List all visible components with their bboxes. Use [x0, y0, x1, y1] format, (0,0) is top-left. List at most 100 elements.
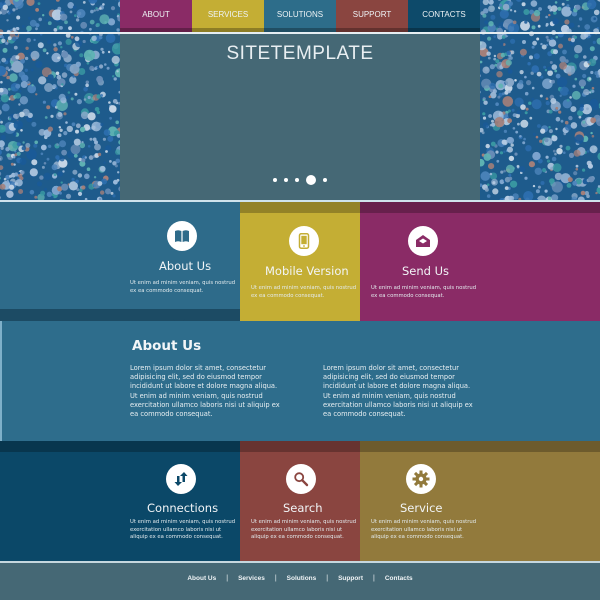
- footer-link-about-us[interactable]: About Us: [187, 575, 216, 582]
- pattern-dot: [591, 86, 595, 90]
- slider-dot-5[interactable]: [323, 178, 327, 182]
- pattern-dot: [25, 46, 29, 50]
- about-tab-bar: [0, 309, 240, 321]
- pattern-dot: [587, 60, 590, 64]
- connections-arrows-icon: [166, 464, 196, 494]
- pattern-dot: [510, 180, 518, 188]
- slider-dot-4-active[interactable]: [306, 175, 316, 185]
- pattern-dot: [521, 2, 526, 7]
- pattern-dot: [64, 20, 68, 25]
- pattern-dot: [500, 170, 504, 174]
- pattern-dot: [512, 113, 517, 117]
- pattern-dot: [590, 131, 593, 135]
- pattern-dot: [74, 14, 77, 17]
- pattern-dot: [34, 195, 38, 199]
- slider-dot-2[interactable]: [284, 178, 288, 182]
- pattern-dot: [19, 158, 27, 165]
- pattern-dot: [531, 86, 535, 90]
- pattern-dot: [58, 93, 66, 101]
- footer-link-services[interactable]: Services: [238, 575, 265, 582]
- feature-card-connections[interactable]: Connections Ut enim ad minim veniam, qui…: [0, 441, 240, 561]
- pattern-dot: [578, 79, 587, 87]
- pattern-dot: [513, 10, 517, 13]
- pattern-dot: [538, 7, 542, 11]
- pattern-dot: [0, 94, 10, 103]
- pattern-dot: [82, 39, 86, 44]
- slider-dot-3[interactable]: [295, 178, 299, 182]
- pattern-dot: [520, 119, 529, 128]
- pattern-dot: [102, 137, 106, 141]
- pattern-dot: [7, 87, 11, 91]
- pattern-dot: [482, 112, 486, 116]
- pattern-dot: [9, 184, 15, 190]
- feature-card-send[interactable]: Send Us Ut enim ad minim veniam, quis no…: [360, 202, 600, 322]
- pattern-dot: [79, 53, 84, 58]
- pattern-dot: [5, 147, 10, 152]
- feature-title: Service: [400, 501, 443, 515]
- pattern-dot: [5, 66, 10, 71]
- nav-item-solutions[interactable]: SOLUTIONS: [264, 0, 336, 32]
- pattern-dot: [574, 134, 584, 144]
- nav-item-services[interactable]: SERVICES: [192, 0, 264, 32]
- pattern-dot: [537, 24, 541, 28]
- pattern-dot: [589, 145, 598, 154]
- nav-item-support[interactable]: SUPPORT: [336, 0, 408, 32]
- pattern-dot: [533, 53, 540, 60]
- pattern-dot: [568, 115, 573, 121]
- footer-link-solutions[interactable]: Solutions: [287, 575, 317, 582]
- pattern-dot: [582, 73, 587, 79]
- pattern-dot: [59, 191, 62, 195]
- slider-dot-1[interactable]: [273, 178, 277, 182]
- feature-card-mobile[interactable]: Mobile Version Ut enim ad minim veniam, …: [240, 202, 360, 322]
- pattern-dot: [537, 158, 543, 164]
- pattern-dot: [111, 43, 120, 55]
- pattern-dot: [43, 172, 51, 181]
- pattern-dot: [566, 4, 570, 8]
- nav-item-contacts[interactable]: CONTACTS: [408, 0, 480, 32]
- pattern-dot: [524, 75, 527, 79]
- pattern-dot: [16, 151, 21, 156]
- pattern-dot: [95, 7, 98, 10]
- pattern-dot: [508, 176, 513, 181]
- feature-card-service[interactable]: Service Ut enim ad minim veniam, quis no…: [360, 441, 600, 561]
- pattern-dot: [520, 104, 526, 110]
- pattern-dot: [75, 123, 81, 129]
- mobile-phone-icon: [289, 226, 319, 256]
- pattern-dot: [480, 60, 483, 64]
- pattern-dot: [37, 42, 44, 49]
- pattern-dot: [26, 37, 32, 43]
- pattern-dot: [60, 46, 63, 49]
- pattern-dot: [57, 171, 63, 177]
- pattern-dot: [1, 35, 5, 39]
- footer-link-support[interactable]: Support: [338, 575, 363, 582]
- pattern-dot: [578, 17, 583, 21]
- pattern-dot: [12, 27, 16, 31]
- pattern-dot: [0, 165, 4, 170]
- footer-link-contacts[interactable]: Contacts: [385, 575, 413, 582]
- feature-card-about[interactable]: About Us Ut enim ad minim veniam, quis n…: [0, 202, 240, 322]
- pattern-dot: [53, 47, 58, 52]
- pattern-dot: [582, 168, 586, 172]
- pattern-dot: [107, 50, 111, 54]
- features-row-bottom: Connections Ut enim ad minim veniam, qui…: [0, 441, 600, 561]
- pattern-dot: [2, 47, 8, 53]
- feature-card-search[interactable]: Search Ut enim ad minim veniam, quis nos…: [240, 441, 360, 561]
- card-top-shade: [240, 202, 360, 213]
- pattern-dot: [99, 165, 106, 172]
- envelope-icon: [408, 226, 438, 256]
- pattern-dot: [61, 149, 67, 156]
- pattern-dot: [16, 142, 21, 147]
- pattern-dot: [508, 1, 514, 6]
- pattern-dot: [522, 141, 526, 145]
- pattern-dot: [100, 94, 103, 97]
- pattern-dot: [510, 38, 516, 44]
- pattern-dot: [558, 110, 562, 114]
- pattern-dot: [492, 188, 499, 195]
- pattern-dot: [555, 116, 561, 122]
- pattern-dot: [508, 173, 512, 177]
- nav-item-about[interactable]: ABOUT: [120, 0, 192, 32]
- pattern-dot: [589, 46, 595, 52]
- features-row-top: About Us Ut enim ad minim veniam, quis n…: [0, 200, 600, 322]
- pattern-dot: [86, 62, 90, 65]
- pattern-dot: [512, 127, 516, 130]
